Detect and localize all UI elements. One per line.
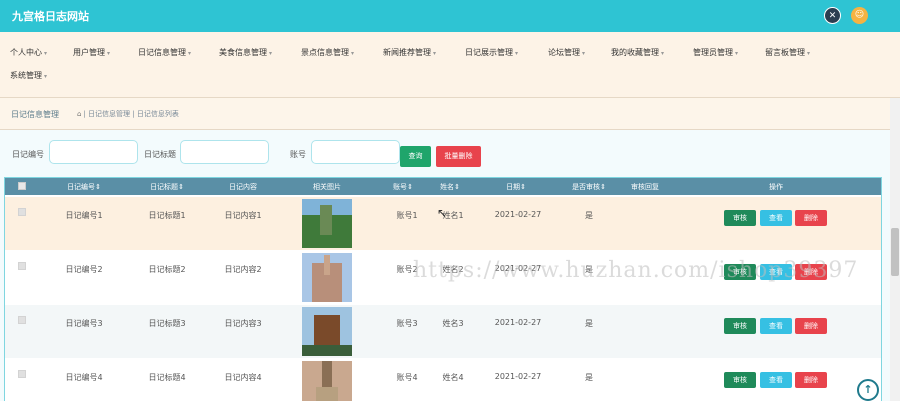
diary-image-thumbnail[interactable] — [302, 199, 352, 248]
cell-diary-title: 日记标题3 — [148, 319, 186, 328]
header-actions: 操作 — [769, 183, 783, 191]
search-label-account: 账号 — [290, 150, 306, 159]
menu-item-forum-management[interactable]: 论坛管理 ▾ — [548, 47, 585, 58]
header-review-reply: 审核回复 — [631, 183, 659, 191]
review-button[interactable]: 审核 — [724, 372, 756, 388]
table-row: 日记编号1 日记标题1 日记内容1 账号1 姓名1 2021-02-27 是 审… — [5, 197, 881, 250]
menu-item-food-management[interactable]: 美食信息管理 ▾ — [219, 47, 272, 58]
cell-reviewed: 是 — [585, 211, 593, 220]
menu-item-system-management[interactable]: 系统管理 ▾ — [10, 70, 47, 81]
menu-item-news-management[interactable]: 新闻推荐管理 ▾ — [383, 47, 436, 58]
search-input-diary-no[interactable] — [49, 140, 138, 164]
review-button[interactable]: 审核 — [724, 210, 756, 226]
cell-diary-content: 日记内容3 — [224, 319, 262, 328]
cell-account: 账号2 — [396, 265, 418, 274]
menu-item-favorites-management[interactable]: 我的收藏管理 ▾ — [611, 47, 664, 58]
search-button[interactable]: 查询 — [400, 146, 431, 167]
table-row: 日记编号2 日记标题2 日记内容2 账号2 姓名2 2021-02-27 是 审… — [5, 251, 881, 304]
home-icon[interactable]: ⌂ — [77, 110, 81, 118]
menu-item-diary-display-management[interactable]: 日记展示管理 ▾ — [465, 47, 518, 58]
diary-image-thumbnail[interactable] — [302, 253, 352, 302]
review-button[interactable]: 审核 — [724, 264, 756, 280]
cell-diary-content: 日记内容1 — [224, 211, 262, 220]
table-row: 日记编号3 日记标题3 日记内容3 账号3 姓名3 2021-02-27 是 审… — [5, 305, 881, 358]
header-diary-no: 日记编号⇕ — [67, 183, 101, 191]
cell-account: 账号4 — [396, 373, 418, 382]
section-title: 日记信息管理 — [11, 110, 59, 119]
delete-button[interactable]: 删除 — [795, 264, 827, 280]
menu-item-message-board-management[interactable]: 留言板管理 ▾ — [765, 47, 810, 58]
header-date: 日期⇕ — [506, 183, 526, 191]
cell-diary-content: 日记内容2 — [224, 265, 262, 274]
cell-diary-no: 日记编号4 — [65, 373, 103, 382]
search-label-diary-title: 日记标题 — [144, 150, 176, 159]
cell-diary-no: 日记编号1 — [65, 211, 103, 220]
back-to-top-button[interactable]: ↑ — [857, 379, 879, 401]
cell-diary-no: 日记编号2 — [65, 265, 103, 274]
delete-button[interactable]: 删除 — [795, 318, 827, 334]
row-checkbox[interactable] — [18, 370, 26, 378]
row-checkbox[interactable] — [18, 208, 26, 216]
header-account: 账号⇕ — [393, 183, 413, 191]
search-label-diary-no: 日记编号 — [12, 150, 44, 159]
page-scrollbar[interactable] — [890, 98, 900, 401]
cell-name: 姓名2 — [442, 265, 464, 274]
breadcrumb-path: ⌂ | 日记信息管理 | 日记信息列表 — [77, 110, 179, 118]
select-all-checkbox[interactable] — [18, 182, 26, 190]
view-button[interactable]: 查看 — [760, 372, 792, 388]
diary-image-thumbnail[interactable] — [302, 307, 352, 356]
header-diary-title: 日记标题⇕ — [150, 183, 184, 191]
settings-icon[interactable]: ✕ — [824, 7, 841, 24]
review-button[interactable]: 审核 — [724, 318, 756, 334]
delete-button[interactable]: 删除 — [795, 210, 827, 226]
header-diary-content: 日记内容 — [229, 183, 257, 191]
table-row: 日记编号4 日记标题4 日记内容4 账号4 姓名4 2021-02-27 是 审… — [5, 359, 881, 401]
search-bar: 日记编号 日记标题 账号 查询 批量删除 — [0, 130, 890, 176]
cell-diary-content: 日记内容4 — [224, 373, 262, 382]
diary-image-thumbnail[interactable] — [302, 361, 352, 401]
cell-name: 姓名4 — [442, 373, 464, 382]
menu-item-scenic-management[interactable]: 景点信息管理 ▾ — [301, 47, 354, 58]
app-title: 九宫格日志网站 — [12, 10, 89, 23]
row-checkbox[interactable] — [18, 262, 26, 270]
search-input-diary-title[interactable] — [180, 140, 269, 164]
view-button[interactable]: 查看 — [760, 318, 792, 334]
cell-account: 账号3 — [396, 319, 418, 328]
menu-item-user-management[interactable]: 用户管理 ▾ — [73, 47, 110, 58]
cell-date: 2021-02-27 — [494, 264, 542, 273]
cell-date: 2021-02-27 — [494, 318, 542, 327]
menu-item-admin-management[interactable]: 管理员管理 ▾ — [693, 47, 738, 58]
cell-date: 2021-02-27 — [494, 210, 542, 219]
cell-name: 姓名3 — [442, 319, 464, 328]
cell-account: 账号1 — [396, 211, 418, 220]
cell-diary-no: 日记编号3 — [65, 319, 103, 328]
delete-button[interactable]: 删除 — [795, 372, 827, 388]
cell-diary-title: 日记标题4 — [148, 373, 186, 382]
table-header: 日记编号⇕ 日记标题⇕ 日记内容 相关图片 账号⇕ 姓名⇕ 日期⇕ 是否审核⇕ … — [5, 178, 881, 195]
mouse-cursor-icon: ↖ — [437, 206, 448, 220]
cell-reviewed: 是 — [585, 319, 593, 328]
header-name: 姓名⇕ — [440, 183, 460, 191]
content-area: 日记编号 日记标题 账号 查询 批量删除 日记编号⇕ 日记标题⇕ 日记内容 相关… — [0, 130, 890, 401]
main-menu: 个人中心 ▾ 用户管理 ▾ 日记信息管理 ▾ 美食信息管理 ▾ 景点信息管理 ▾ 新闻推荐… — [0, 32, 900, 98]
user-avatar-icon[interactable]: ☺ — [851, 7, 868, 24]
header-reviewed: 是否审核⇕ — [572, 183, 606, 191]
cell-date: 2021-02-27 — [494, 372, 542, 381]
menu-item-diary-management[interactable]: 日记信息管理 ▾ — [138, 47, 191, 58]
scrollbar-thumb[interactable] — [891, 228, 899, 276]
header-image: 相关图片 — [313, 183, 341, 191]
cell-reviewed: 是 — [585, 265, 593, 274]
row-checkbox[interactable] — [18, 316, 26, 324]
top-bar: 九宫格日志网站 ✕ ☺ — [0, 0, 900, 32]
search-input-account[interactable] — [311, 140, 400, 164]
breadcrumb: 日记信息管理 ⌂ | 日记信息管理 | 日记信息列表 — [0, 98, 900, 130]
cell-diary-title: 日记标题2 — [148, 265, 186, 274]
view-button[interactable]: 查看 — [760, 210, 792, 226]
batch-delete-button[interactable]: 批量删除 — [436, 146, 481, 167]
menu-item-personal-center[interactable]: 个人中心 ▾ — [10, 47, 47, 58]
cell-reviewed: 是 — [585, 373, 593, 382]
cell-diary-title: 日记标题1 — [148, 211, 186, 220]
view-button[interactable]: 查看 — [760, 264, 792, 280]
